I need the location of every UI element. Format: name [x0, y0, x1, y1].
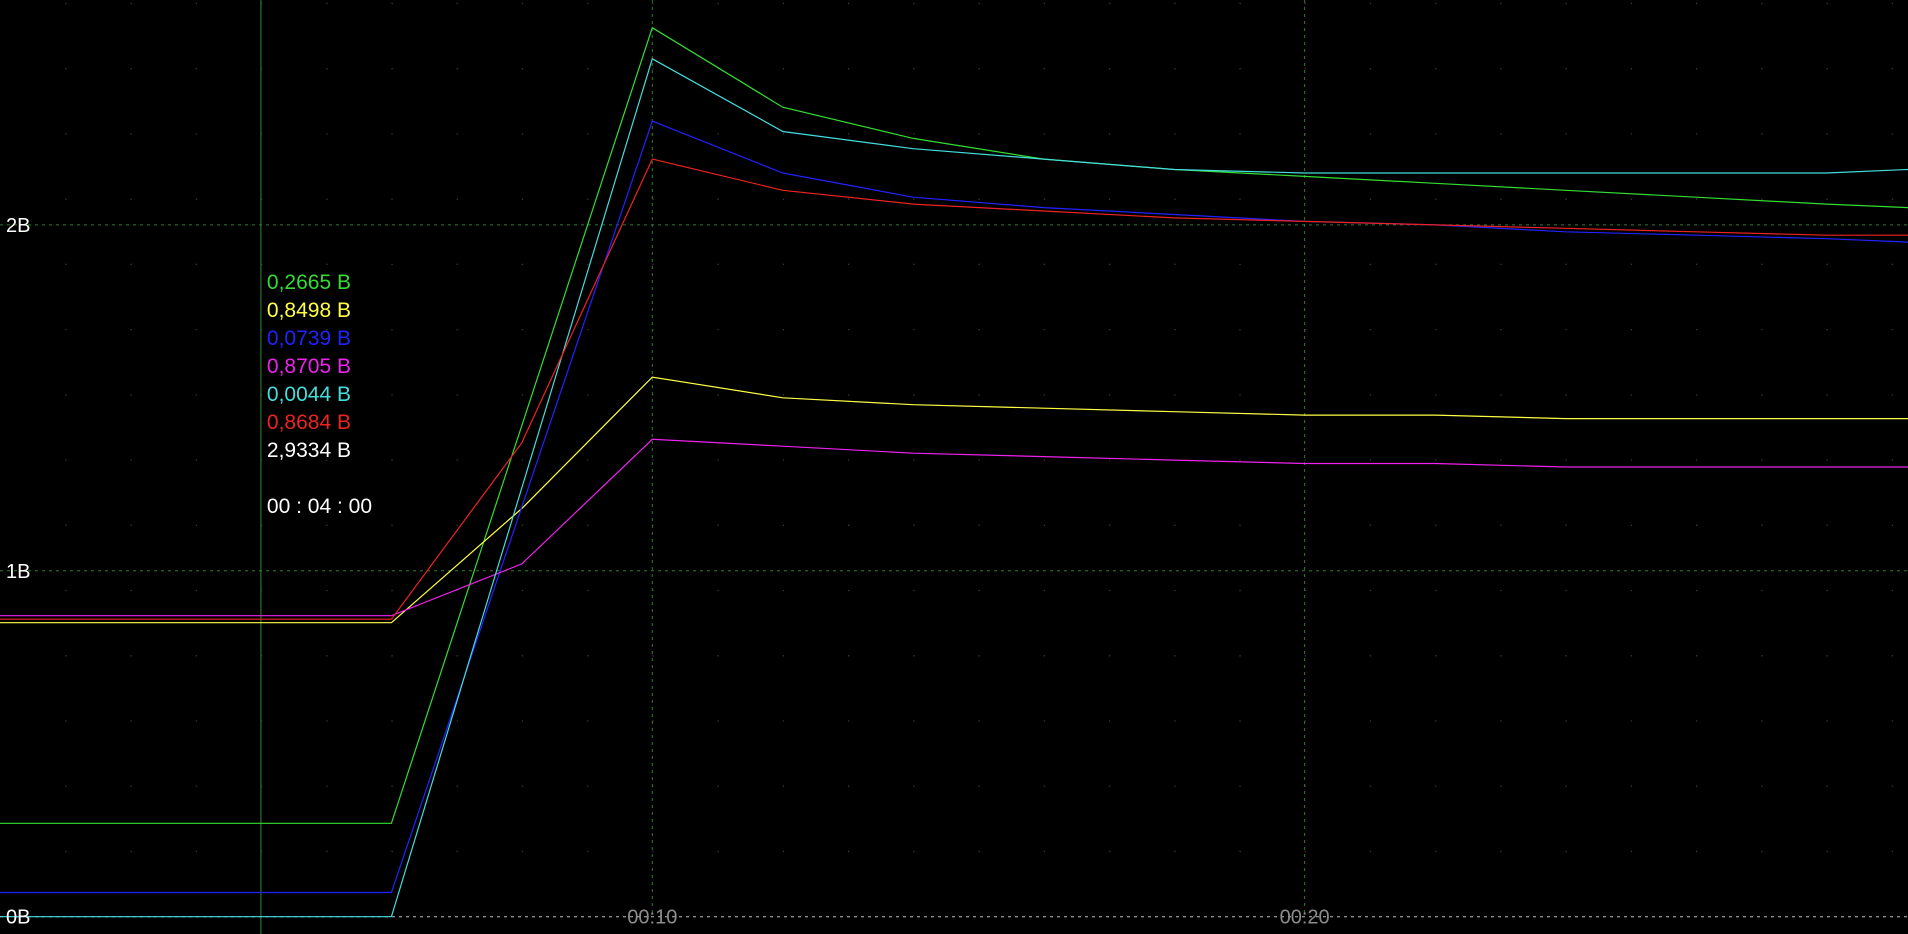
y-tick-label: 2B: [6, 215, 30, 237]
readout-value-6: 0,8684 B: [267, 411, 351, 434]
readout-value-7: 2,9334 B: [267, 439, 351, 462]
readout-value-1: 0,2665 B: [267, 271, 351, 294]
readout-value-3: 0,0739 B: [267, 327, 351, 350]
y-tick-label: 1B: [6, 561, 30, 583]
chart-plot[interactable]: 0B 1B 2B 00:10 00:20 00 : 04 : 00 0,2665 B 0…: [0, 0, 1908, 934]
readout-value-4: 0,8705 B: [267, 355, 351, 378]
x-tick-label: 00:20: [1280, 907, 1330, 929]
cursor-time-label: 00 : 04 : 00: [267, 495, 372, 518]
x-tick-label: 00:10: [627, 907, 677, 929]
readout-value-5: 0,0044 B: [267, 383, 351, 406]
y-tick-label: 0B: [6, 907, 30, 929]
readout-value-2: 0,8498 B: [267, 299, 351, 322]
